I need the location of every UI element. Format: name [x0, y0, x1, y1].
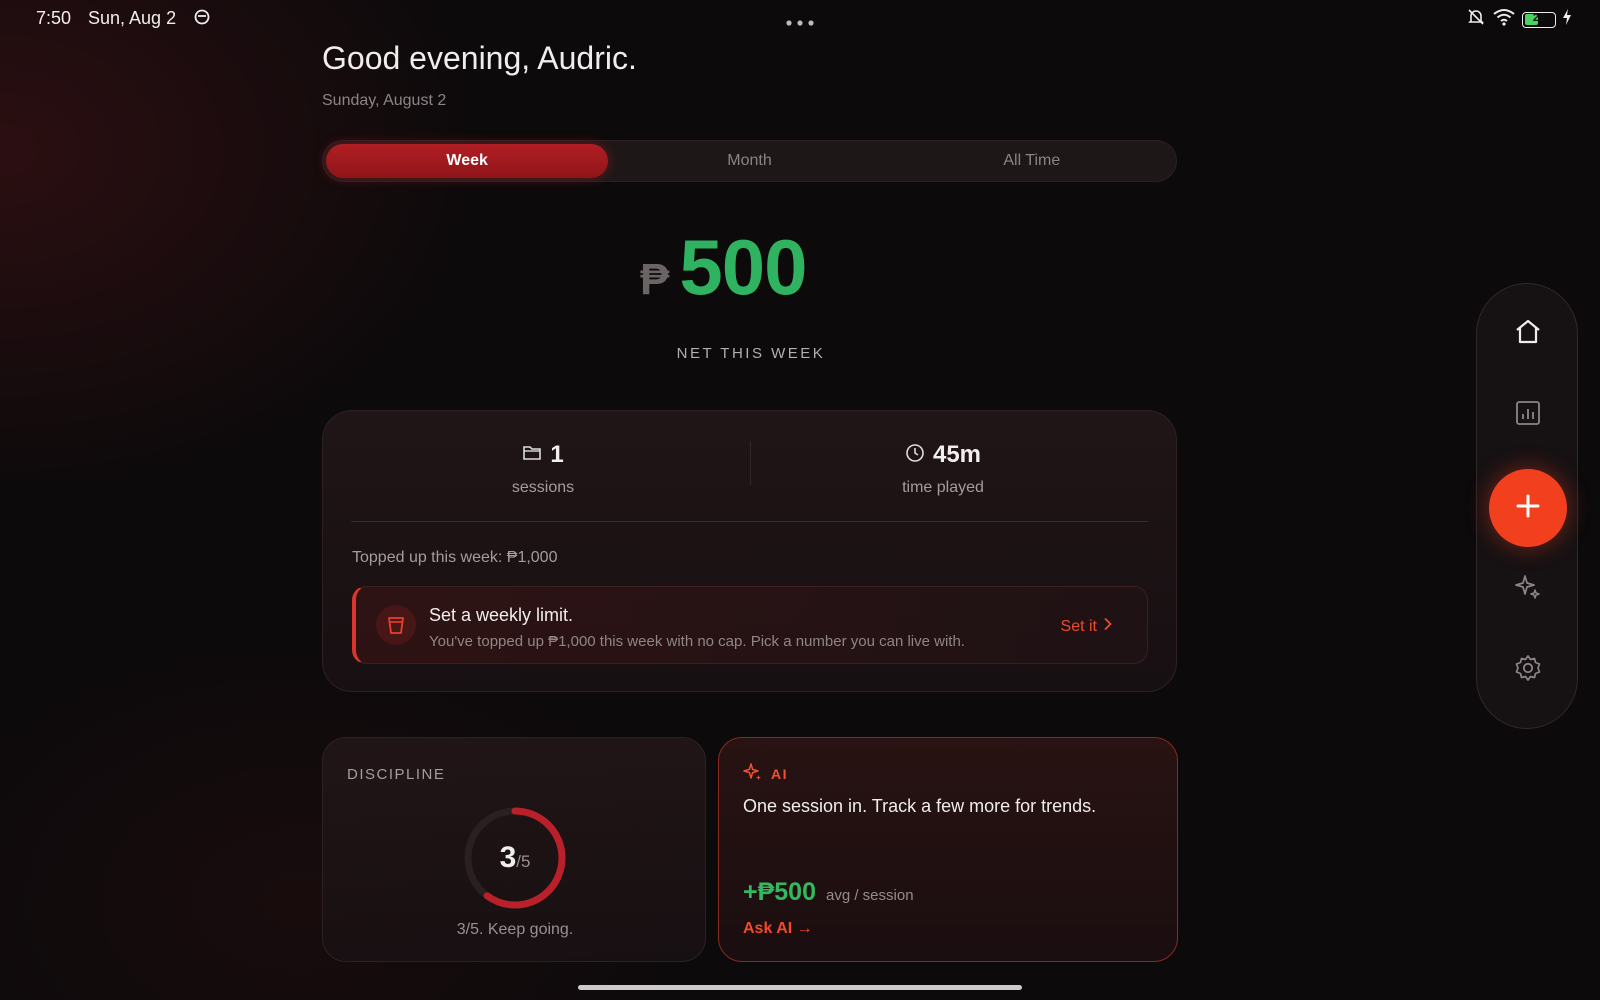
ai-header: AI	[743, 762, 788, 785]
screen: 7:50 Sun, Aug 2 22 Good evening, Audric.	[0, 0, 1600, 1000]
ai-message: One session in. Track a few more for tre…	[743, 796, 1097, 816]
set-limit-label: Set it	[1060, 617, 1097, 635]
tab-month[interactable]: Month	[608, 144, 890, 178]
home-indicator[interactable]	[578, 985, 1022, 990]
mute-bell-icon	[1466, 7, 1486, 32]
set-limit-button[interactable]: Set it	[1061, 617, 1113, 636]
sparkle-icon	[1513, 572, 1543, 607]
settings-button[interactable]	[1502, 644, 1554, 696]
divider	[351, 521, 1148, 522]
folder-icon	[522, 444, 542, 467]
discipline-score-value: 3	[499, 841, 517, 874]
sparkle-icon	[743, 762, 763, 785]
status-icons: 22	[1466, 7, 1572, 32]
stats-button[interactable]	[1502, 389, 1554, 441]
avg-session-row: +₱500 avg / session	[743, 878, 914, 907]
wifi-icon	[1492, 7, 1516, 32]
net-label: NET THIS WEEK	[676, 345, 826, 362]
more-dots-icon[interactable]	[785, 14, 815, 32]
ask-ai-link[interactable]: Ask AI →	[743, 920, 813, 938]
app-notification-icon	[193, 8, 211, 31]
ai-tag: AI	[771, 765, 788, 782]
stats-card: 1 sessions 45m time played Topped up thi…	[322, 410, 1177, 692]
greeting-title: Good evening, Audric.	[322, 40, 637, 76]
status-date: Sun, Aug 2	[88, 8, 177, 28]
status-bar: 7:50 Sun, Aug 2 22	[0, 0, 1600, 34]
cup-icon	[376, 605, 416, 645]
period-selector: Week Month All Time	[322, 140, 1177, 182]
ai-button[interactable]	[1502, 563, 1554, 615]
battery-level: 22	[1532, 11, 1546, 24]
current-date: Sunday, August 2	[322, 92, 447, 109]
charging-icon	[1562, 9, 1572, 30]
add-session-button[interactable]	[1489, 469, 1567, 547]
ai-insight-card: AI One session in. Track a few more for …	[718, 737, 1178, 962]
currency-symbol: ₱	[640, 255, 670, 304]
tab-week[interactable]: Week	[326, 144, 609, 178]
weekly-limit-banner[interactable]: Set a weekly limit. You've topped up ₱1,…	[352, 586, 1148, 664]
add-icon	[1515, 493, 1541, 524]
topped-up-text: Topped up this week: ₱1,000	[352, 549, 558, 566]
settings-icon	[1513, 653, 1543, 688]
time-played-label: time played	[902, 479, 984, 496]
status-time: 7:50	[36, 8, 72, 28]
sessions-stat: 1 sessions	[343, 441, 743, 497]
tab-all-time[interactable]: All Time	[891, 144, 1173, 178]
discipline-score: 3 /5	[461, 804, 569, 912]
limit-title: Set a weekly limit.	[429, 605, 574, 625]
battery-icon: 22	[1522, 11, 1556, 28]
time-played-value: 45m	[932, 441, 982, 468]
home-button[interactable]	[1502, 308, 1554, 360]
chart-icon	[1514, 399, 1542, 432]
discipline-note: 3/5. Keep going.	[456, 921, 574, 938]
chevron-right-icon	[1103, 617, 1113, 636]
limit-description: You've topped up ₱1,000 this week with n…	[429, 633, 965, 650]
avg-session-label: avg / session	[826, 887, 914, 904]
sessions-label: sessions	[511, 479, 575, 496]
home-icon	[1513, 317, 1543, 352]
discipline-card: DISCIPLINE 3 /5 3/5. Keep going.	[322, 737, 706, 962]
net-value: 500	[679, 223, 807, 311]
net-amount: ₱ 500	[640, 222, 1000, 313]
time-played-stat: 45m time played	[743, 441, 1143, 497]
discipline-title: DISCIPLINE	[347, 766, 446, 783]
side-navigation	[1476, 283, 1578, 729]
discipline-score-max: /5	[516, 852, 531, 871]
avg-session-value: +₱500	[743, 878, 816, 906]
sessions-value: 1	[550, 441, 564, 468]
clock-icon	[905, 443, 925, 468]
